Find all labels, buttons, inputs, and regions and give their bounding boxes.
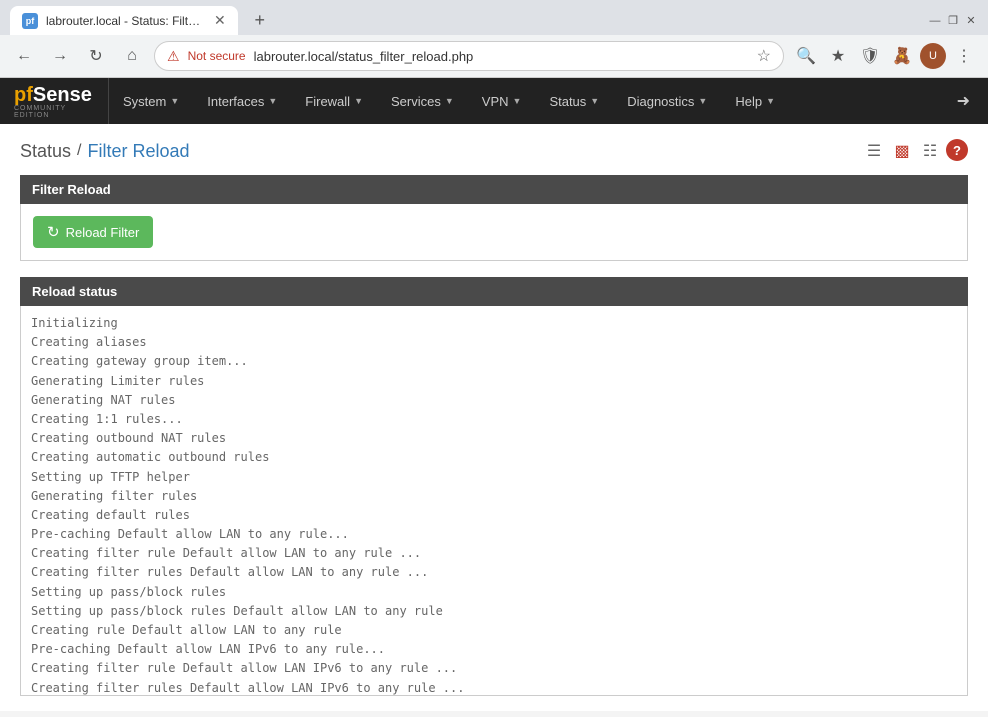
restore-button[interactable]: ❐ (946, 14, 960, 28)
profile-avatar[interactable]: U (920, 43, 946, 69)
status-line: Generating filter rules (31, 487, 957, 506)
status-line: Creating outbound NAT rules (31, 429, 957, 448)
chart-icon[interactable]: ▩ (890, 139, 914, 163)
back-button[interactable]: ← (10, 42, 38, 70)
nav-item-interfaces[interactable]: Interfaces ▼ (193, 84, 291, 119)
main-nav: pfSense COMMUNITY EDITION System ▼ Inter… (0, 78, 988, 124)
new-tab-button[interactable]: + (246, 7, 274, 35)
reload-status-body[interactable]: InitializingCreating aliasesCreating gat… (20, 306, 968, 696)
bookmark-star-icon[interactable]: ★ (824, 42, 852, 70)
address-bar[interactable]: ⚠ Not secure labrouter.local/status_filt… (154, 41, 784, 71)
breadcrumb-actions: ☰ ▩ ☷ ? (862, 139, 968, 163)
nav-item-vpn[interactable]: VPN ▼ (468, 84, 536, 119)
status-line: Initializing (31, 314, 957, 333)
breadcrumb-current: Filter Reload (87, 141, 189, 162)
search-icon[interactable]: 🔍 (792, 42, 820, 70)
nav-item-diagnostics[interactable]: Diagnostics ▼ (613, 84, 721, 119)
status-line: Creating automatic outbound rules (31, 448, 957, 467)
status-line: Generating NAT rules (31, 391, 957, 410)
breadcrumb-separator: / (77, 142, 81, 160)
main-content: Status / Filter Reload ☰ ▩ ☷ ? Filter Re… (0, 124, 988, 711)
close-button[interactable]: ✕ (964, 14, 978, 28)
reload-filter-button[interactable]: ↻ Reload Filter (33, 216, 153, 248)
status-line: Creating rule Default allow LAN to any r… (31, 621, 957, 640)
reload-icon: ↻ (47, 223, 60, 241)
breadcrumb-parent: Status (20, 141, 71, 162)
status-line: Creating filter rule Default allow LAN t… (31, 544, 957, 563)
address-text: labrouter.local/status_filter_reload.php (254, 49, 474, 64)
status-line: Pre-caching Default allow LAN IPv6 to an… (31, 640, 957, 659)
status-line: Setting up pass/block rules Default allo… (31, 602, 957, 621)
menu-icon[interactable]: ⋮ (950, 42, 978, 70)
tab-title: labrouter.local - Status: Filter Rel... (46, 14, 206, 28)
logout-icon[interactable]: ➜ (949, 83, 978, 120)
tab-close-button[interactable]: ✕ (214, 12, 226, 29)
status-line: Setting up pass/block rules (31, 583, 957, 602)
nav-item-services[interactable]: Services ▼ (377, 84, 468, 119)
status-line: Creating filter rules Default allow LAN … (31, 563, 957, 582)
status-line: Pre-caching Default allow LAN to any rul… (31, 525, 957, 544)
pfsense-logo[interactable]: pfSense COMMUNITY EDITION (0, 78, 109, 124)
extension-icon[interactable]: 🧸 (888, 42, 916, 70)
status-line: Creating filter rule Default allow LAN I… (31, 659, 957, 678)
reload-status-header: Reload status (20, 277, 968, 306)
nav-item-status[interactable]: Status ▼ (535, 84, 613, 119)
bookmark-icon[interactable]: ☆ (757, 46, 771, 66)
nav-menu: System ▼ Interfaces ▼ Firewall ▼ Service… (109, 84, 939, 119)
security-warning-label: Not secure (188, 49, 246, 63)
home-button[interactable]: ⌂ (118, 42, 146, 70)
browser-tab[interactable]: pf labrouter.local - Status: Filter Rel.… (10, 6, 238, 35)
help-icon[interactable]: ? (946, 139, 968, 161)
security-warning-icon: ⚠ (167, 48, 180, 65)
nav-item-firewall[interactable]: Firewall ▼ (291, 84, 377, 119)
nav-item-help[interactable]: Help ▼ (721, 84, 789, 119)
settings-icon[interactable]: ☰ (862, 139, 886, 163)
reload-status-section: Reload status InitializingCreating alias… (20, 277, 968, 696)
shield-icon[interactable]: 🛡 (856, 42, 884, 70)
status-line: Setting up TFTP helper (31, 468, 957, 487)
filter-reload-section: Filter Reload ↻ Reload Filter (20, 175, 968, 261)
filter-reload-body: ↻ Reload Filter (20, 204, 968, 261)
list-icon[interactable]: ☷ (918, 139, 942, 163)
status-line: Creating gateway group item... (31, 352, 957, 371)
reload-button-label: Reload Filter (66, 225, 140, 240)
status-line: Creating aliases (31, 333, 957, 352)
minimize-button[interactable]: — (928, 14, 942, 28)
breadcrumb: Status / Filter Reload ☰ ▩ ☷ ? (20, 139, 968, 163)
status-line: Creating filter rules Default allow LAN … (31, 679, 957, 696)
filter-reload-header: Filter Reload (20, 175, 968, 204)
status-line: Creating 1:1 rules... (31, 410, 957, 429)
tab-favicon: pf (22, 13, 38, 29)
nav-item-system[interactable]: System ▼ (109, 84, 193, 119)
forward-button[interactable]: → (46, 42, 74, 70)
status-line: Generating Limiter rules (31, 372, 957, 391)
nav-right: ➜ (939, 91, 988, 111)
reload-button[interactable]: ↻ (82, 42, 110, 70)
status-line: Creating default rules (31, 506, 957, 525)
